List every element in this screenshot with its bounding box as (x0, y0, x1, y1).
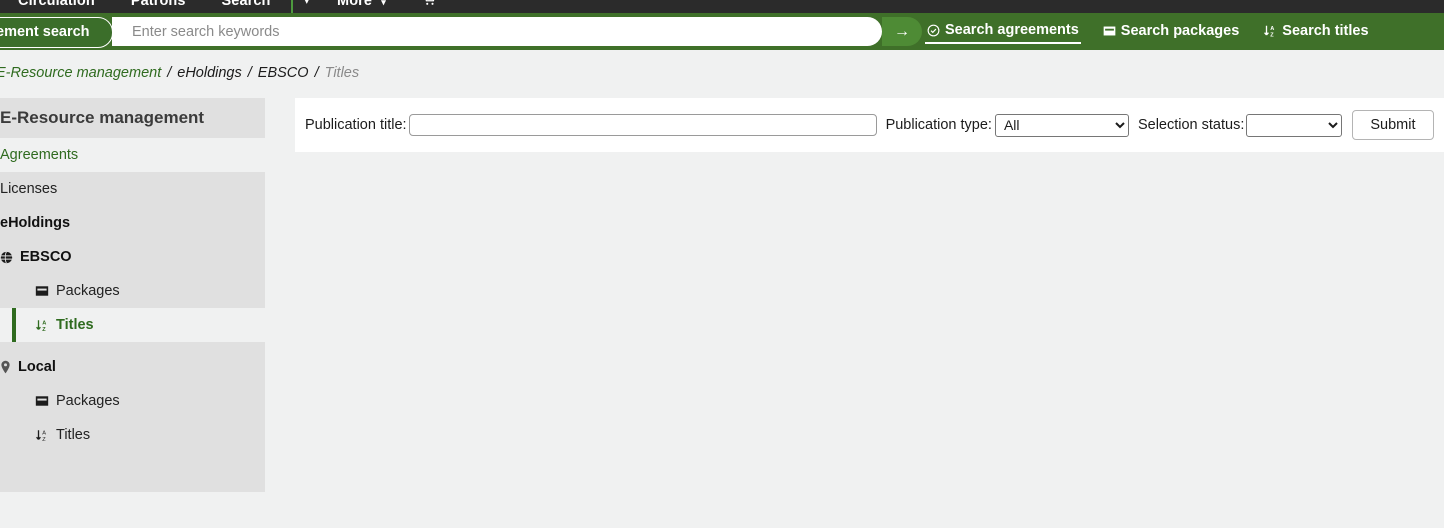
publication-type-label: Publication type: (886, 117, 992, 133)
sidebar-item-local-titles[interactable]: A Z Titles (0, 418, 265, 452)
sidebar-item-label: EBSCO (20, 249, 72, 265)
top-navigation-bar: Circulation Patrons Search ▾ More ▾ (0, 0, 1444, 13)
agreement-search-pill[interactable]: Agreement search (0, 17, 113, 48)
svg-text:A: A (1271, 26, 1275, 32)
location-pin-icon (0, 360, 11, 374)
svg-text:A: A (42, 320, 46, 326)
sidebar-item-ebsco[interactable]: EBSCO (0, 240, 265, 274)
globe-icon (0, 251, 13, 264)
sidebar: E-Resource management Agreements License… (0, 98, 265, 492)
title-search-form: Publication title: Publication type: All… (295, 98, 1444, 152)
breadcrumb-separator: / (315, 65, 319, 81)
breadcrumb: E-Resource management / eHoldings / EBSC… (0, 50, 1444, 95)
sort-alpha-icon: A Z (35, 318, 49, 333)
publication-type-select[interactable]: All (995, 114, 1129, 137)
sidebar-item-ebsco-packages[interactable]: Packages (0, 274, 265, 308)
agreement-search-pill-wrap: Agreement search (0, 17, 113, 48)
search-submit-arrow-button[interactable]: → (882, 17, 922, 46)
breadcrumb-item-e-resource-management[interactable]: E-Resource management (0, 65, 161, 81)
arrow-right-icon: → (894, 23, 910, 41)
selection-status-select[interactable] (1246, 114, 1342, 137)
cart-icon[interactable] (404, 0, 454, 13)
sidebar-item-label: Local (18, 359, 56, 375)
sidebar-item-local-packages[interactable]: Packages (0, 384, 265, 418)
submit-button[interactable]: Submit (1352, 110, 1433, 140)
sidebar-item-eholdings[interactable]: eHoldings (0, 206, 265, 240)
search-input[interactable] (112, 17, 882, 46)
sidebar-item-agreements[interactable]: Agreements (0, 138, 265, 172)
chevron-down-icon[interactable]: ▾ (295, 0, 320, 13)
nav-patrons[interactable]: Patrons (113, 0, 204, 13)
breadcrumb-item-eholdings[interactable]: eHoldings (177, 65, 242, 81)
breadcrumb-separator: / (248, 65, 252, 81)
main-content-panel: Publication title: Publication type: All… (295, 98, 1444, 152)
nav-more-label: More (337, 0, 372, 9)
sidebar-item-label: Agreements (0, 147, 78, 163)
publication-title-input[interactable] (409, 114, 877, 136)
search-agreements-link[interactable]: Search agreements (925, 19, 1081, 44)
top-navigation-items: Circulation Patrons Search ▾ More ▾ (0, 0, 454, 13)
chevron-down-icon: ▾ (381, 0, 386, 7)
sidebar-spacer (0, 342, 265, 350)
sidebar-item-label: Titles (56, 427, 90, 443)
sidebar-bottom-spacer (0, 452, 265, 492)
breadcrumb-item-ebsco[interactable]: EBSCO (258, 65, 309, 81)
search-scope-links: Search agreements Search packages A Z Se… (925, 13, 1371, 50)
svg-text:Z: Z (1271, 32, 1275, 38)
search-packages-link[interactable]: Search packages (1101, 20, 1242, 43)
sort-alpha-icon: A Z (1263, 24, 1277, 38)
check-circle-icon (927, 24, 940, 37)
search-packages-label: Search packages (1121, 23, 1240, 39)
breadcrumb-item-titles: Titles (325, 65, 360, 81)
sidebar-item-label: Packages (56, 283, 120, 299)
svg-text:Z: Z (42, 436, 46, 442)
nav-divider (291, 0, 293, 13)
package-box-icon (1103, 25, 1116, 37)
selection-status-label: Selection status: (1138, 117, 1244, 133)
breadcrumb-separator: / (167, 65, 171, 81)
sort-alpha-icon: A Z (35, 428, 49, 443)
publication-title-label: Publication title: (305, 117, 407, 133)
sidebar-item-licenses[interactable]: Licenses (0, 172, 265, 206)
package-box-icon (35, 285, 49, 297)
sidebar-item-label: Licenses (0, 181, 57, 197)
nav-more[interactable]: More ▾ (319, 0, 404, 13)
sidebar-title: E-Resource management (0, 98, 265, 138)
nav-circulation[interactable]: Circulation (0, 0, 113, 13)
sidebar-item-label: Titles (56, 317, 94, 333)
package-box-icon (35, 395, 49, 407)
search-agreements-label: Search agreements (945, 22, 1079, 38)
search-titles-label: Search titles (1282, 23, 1368, 39)
sidebar-item-ebsco-titles[interactable]: A Z Titles (0, 308, 265, 342)
search-titles-link[interactable]: A Z Search titles (1261, 20, 1370, 43)
svg-text:Z: Z (42, 326, 46, 332)
svg-text:A: A (42, 430, 46, 436)
nav-search[interactable]: Search (204, 0, 289, 13)
sidebar-item-local[interactable]: Local (0, 350, 265, 384)
sidebar-item-label: Packages (56, 393, 120, 409)
sidebar-item-label: eHoldings (0, 215, 70, 231)
